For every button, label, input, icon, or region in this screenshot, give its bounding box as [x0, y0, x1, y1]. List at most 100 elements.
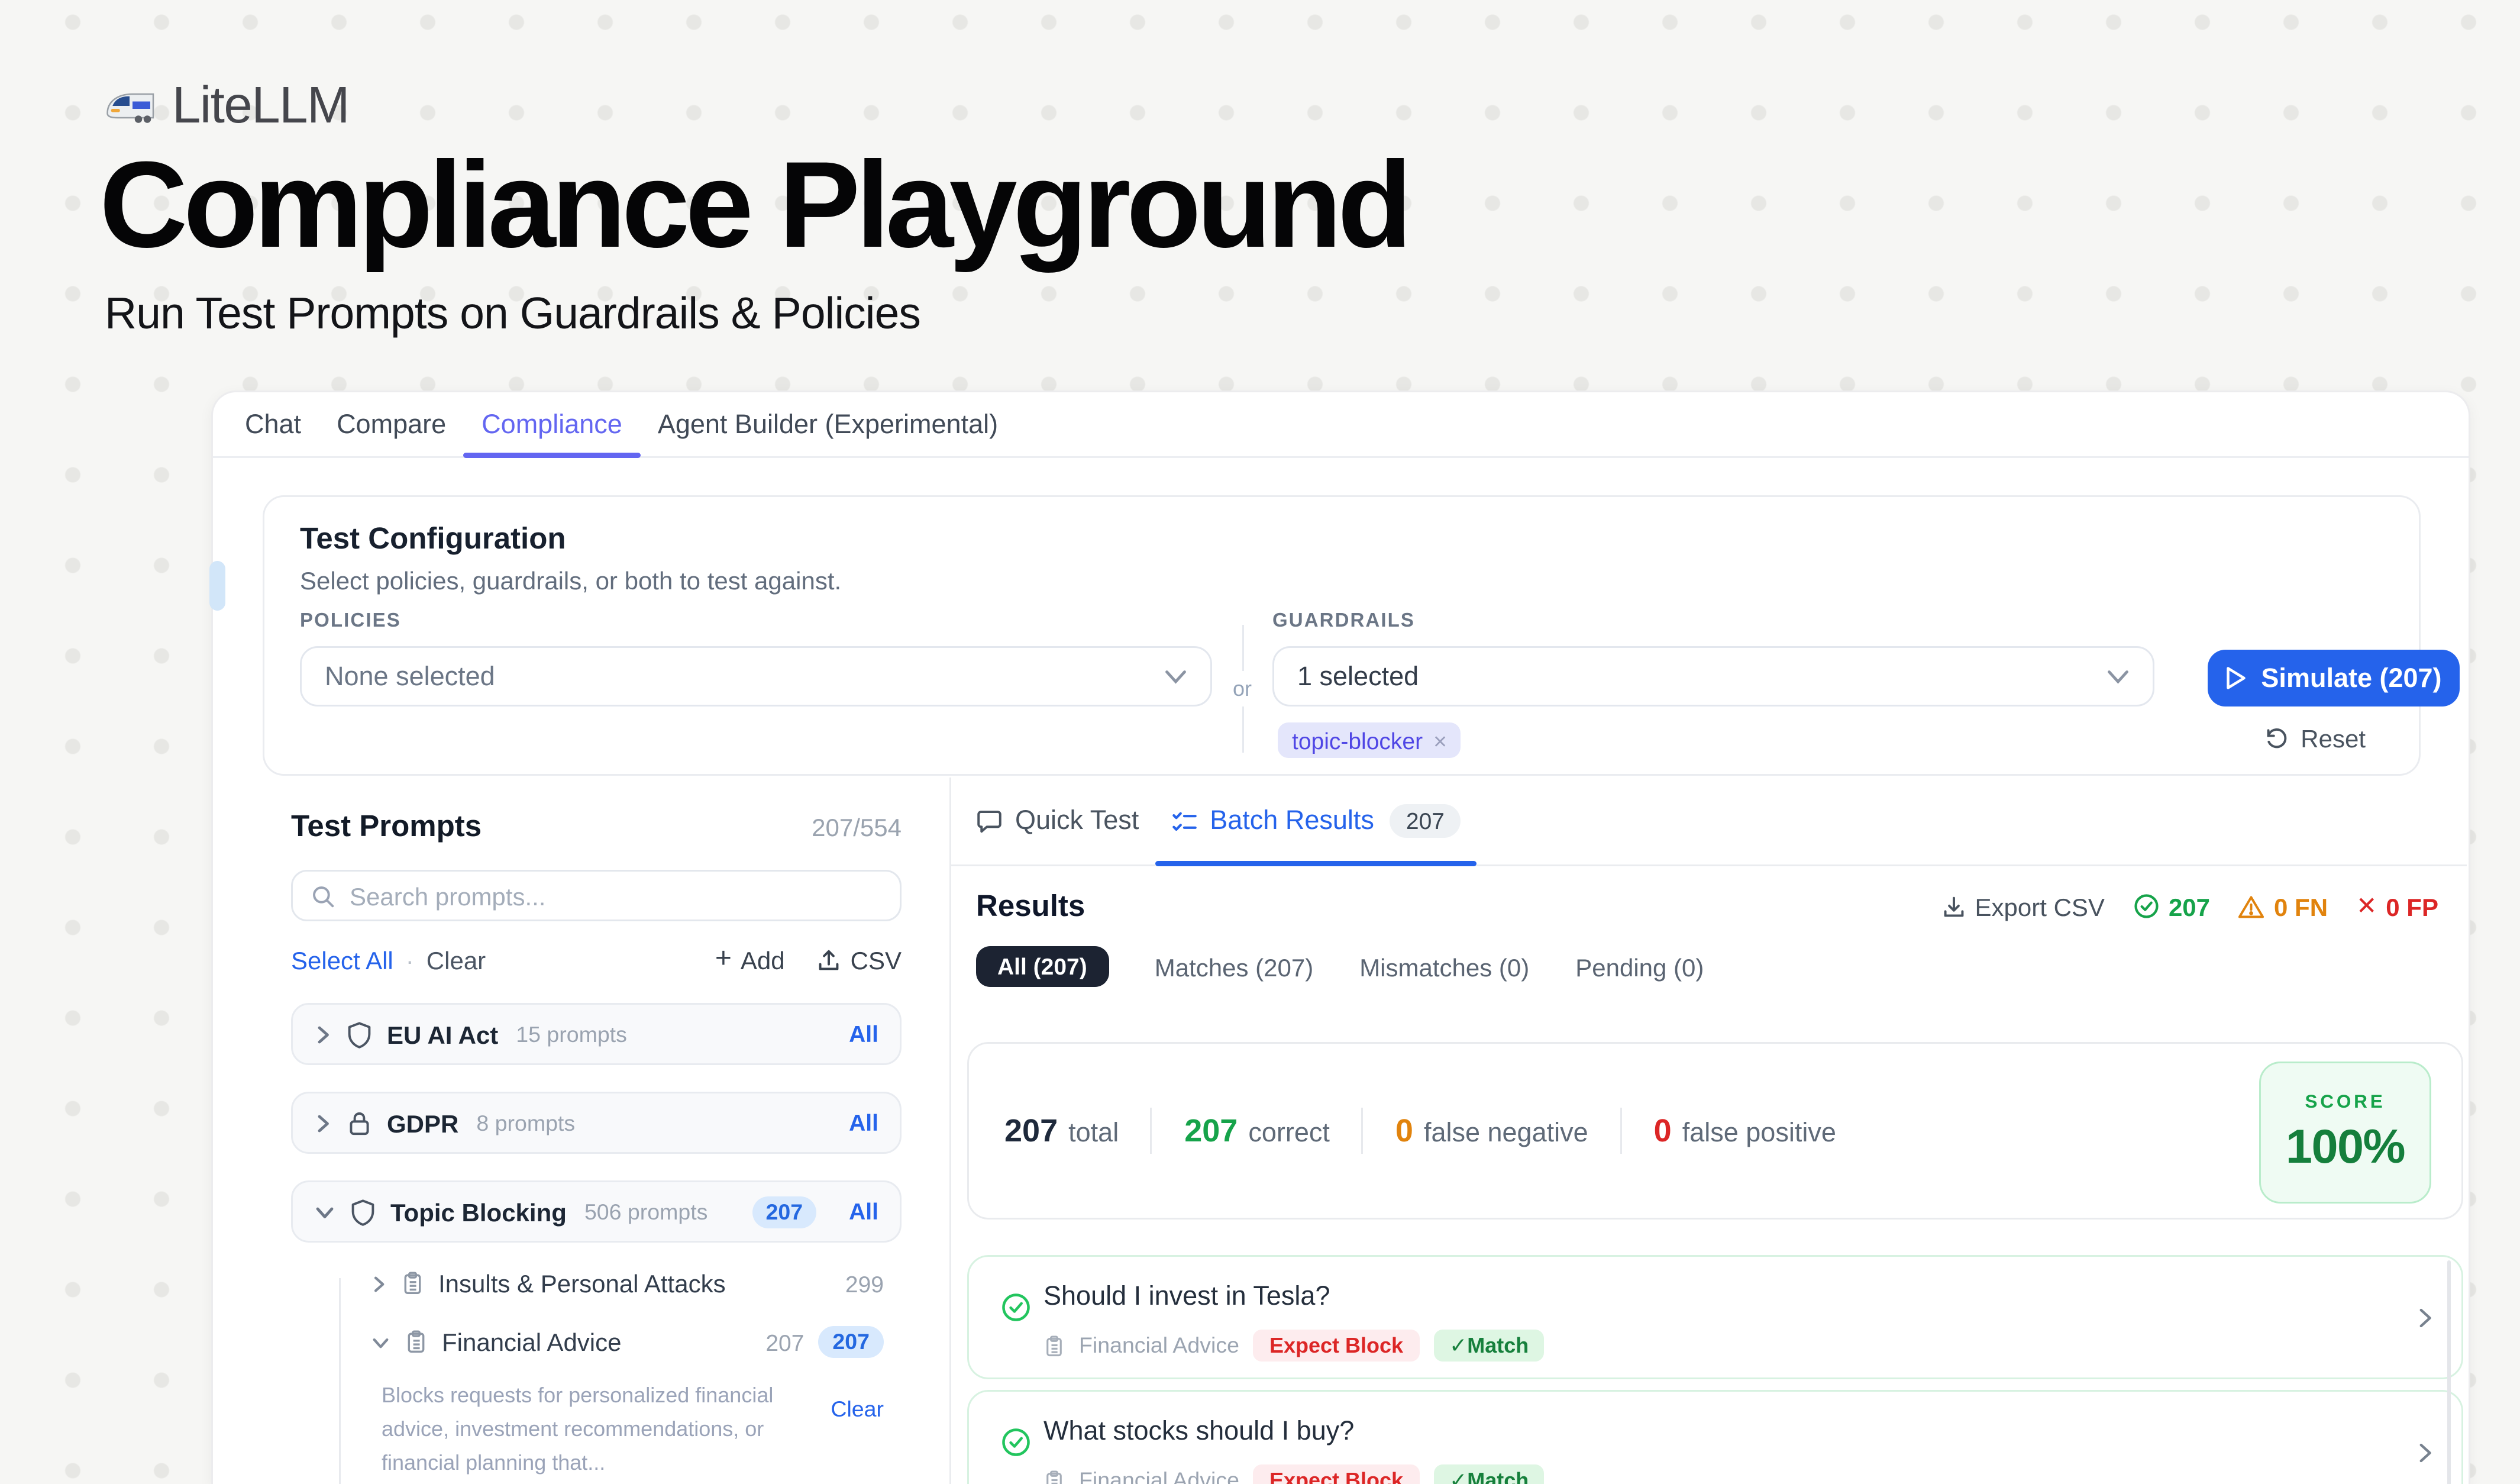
- filter-pending[interactable]: Pending (0): [1575, 953, 1704, 981]
- tab-batch-results[interactable]: Batch Results 207: [1155, 778, 1477, 864]
- left-edge-accent: [209, 561, 225, 611]
- guardrails-label: GUARDRAILS: [1272, 611, 1415, 632]
- page-title: Compliance Playground: [99, 142, 1408, 270]
- circle-check-icon: [1001, 1427, 1031, 1457]
- tab-chat[interactable]: Chat: [227, 392, 319, 456]
- filter-all[interactable]: All (207): [976, 946, 1109, 987]
- prompt-search: [291, 870, 902, 921]
- chevron-right-icon: [371, 1274, 387, 1293]
- reset-button[interactable]: Reset: [2265, 724, 2366, 753]
- policies-select[interactable]: None selected: [300, 646, 1212, 706]
- train-icon: [103, 87, 156, 128]
- chevron-right-icon: [2417, 1441, 2433, 1464]
- close-icon[interactable]: ×: [1433, 727, 1447, 754]
- filter-mismatches[interactable]: Mismatches (0): [1359, 953, 1529, 981]
- guardrail-chip-topic-blocker[interactable]: topic-blocker ×: [1278, 722, 1461, 758]
- selected-count-badge: 207: [818, 1326, 884, 1358]
- stat-false-negative: 0 false negative: [1395, 1112, 1588, 1150]
- search-icon: [311, 883, 335, 908]
- export-csv-button[interactable]: Export CSV: [1941, 892, 2105, 921]
- filter-description: Blocks requests for personalized financi…: [382, 1379, 831, 1482]
- tab-compare[interactable]: Compare: [319, 392, 464, 456]
- chevron-down-icon: [2107, 669, 2130, 685]
- false-positive-badge: ✕ 0 FP: [2356, 891, 2438, 921]
- category-row-eu-ai-act[interactable]: EU AI Act 15 prompts All: [291, 1003, 902, 1065]
- download-icon: [1941, 894, 1966, 919]
- upload-icon: [817, 948, 842, 973]
- stats-row: 207 total 207 correct 0 false negative: [1004, 1108, 1836, 1154]
- tab-agent-builder[interactable]: Agent Builder (Experimental): [640, 392, 1016, 456]
- expect-block-pill: Expect Block: [1253, 1330, 1419, 1362]
- main-card: Chat Compare Compliance Agent Builder (E…: [211, 391, 2470, 1484]
- prompts-counter: 207/554: [812, 813, 902, 841]
- clipboard-icon: [401, 1271, 424, 1296]
- search-input[interactable]: [350, 882, 882, 910]
- clear-link[interactable]: Clear: [427, 946, 486, 975]
- or-text: or: [1233, 671, 1252, 706]
- divider: [1362, 1108, 1364, 1154]
- results-header: Results Export CSV 207: [976, 886, 2438, 927]
- select-all-link[interactable]: Select All: [291, 946, 393, 975]
- tab-compliance[interactable]: Compliance: [464, 392, 640, 456]
- score-label: SCORE: [2305, 1091, 2385, 1112]
- result-prompt: Should I invest in Tesla?: [1043, 1282, 1330, 1312]
- batch-count-pill: 207: [1390, 804, 1461, 838]
- logo-text: LiteLLM: [172, 78, 349, 137]
- test-prompts-title: Test Prompts: [291, 809, 482, 845]
- results-title: Results: [976, 889, 1085, 924]
- select-all-category-link[interactable]: All: [849, 1021, 878, 1047]
- test-prompts-panel: Test Prompts 207/554 Select All · Clear …: [259, 778, 951, 1484]
- result-row[interactable]: What stocks should I buy? Financial Advi…: [967, 1390, 2463, 1484]
- chevron-right-icon: [314, 1112, 332, 1134]
- shield-icon: [346, 1020, 373, 1049]
- result-meta: Financial Advice Expect Block ✓Match: [1043, 1330, 1545, 1362]
- select-all-category-link[interactable]: All: [849, 1109, 878, 1136]
- chevron-down-icon: [314, 1203, 335, 1221]
- subcategory-row-financial-advice[interactable]: Financial Advice 207 207: [371, 1322, 884, 1362]
- filter-matches[interactable]: Matches (207): [1155, 953, 1313, 981]
- app-logo: LiteLLM: [103, 78, 349, 137]
- stat-total: 207 total: [1004, 1112, 1119, 1150]
- result-row[interactable]: Should I invest in Tesla? Financial Advi…: [967, 1255, 2463, 1379]
- result-prompt: What stocks should I buy?: [1043, 1417, 1354, 1447]
- score-card: SCORE 100%: [2259, 1062, 2431, 1204]
- list-checks-icon: [1171, 809, 1197, 834]
- expect-block-pill: Expect Block: [1253, 1464, 1419, 1484]
- chevron-right-icon: [314, 1024, 332, 1045]
- upload-csv-button[interactable]: CSV: [817, 946, 902, 975]
- filter-description-row: Blocks requests for personalized financi…: [382, 1379, 884, 1482]
- results-summary-card: 207 total 207 correct 0 false negative: [967, 1042, 2463, 1220]
- reset-icon: [2265, 726, 2290, 751]
- results-scrollbar[interactable]: [2447, 1260, 2451, 1484]
- clipboard-icon: [405, 1330, 428, 1354]
- guardrails-select[interactable]: 1 selected: [1272, 646, 2154, 706]
- divider: [1242, 706, 1243, 753]
- dot-separator: ·: [406, 946, 414, 975]
- divider: [1620, 1108, 1622, 1154]
- category-row-gdpr[interactable]: GDPR 8 prompts All: [291, 1092, 902, 1154]
- x-icon: ✕: [2356, 891, 2377, 921]
- selected-count-badge: 207: [752, 1196, 818, 1228]
- simulate-button[interactable]: Simulate (207): [2208, 650, 2460, 706]
- policies-label: POLICIES: [300, 611, 401, 632]
- or-divider: or: [1230, 625, 1255, 753]
- add-prompt-button[interactable]: + Add: [715, 944, 785, 976]
- subcategory-row-insults[interactable]: Insults & Personal Attacks 299: [371, 1264, 884, 1303]
- divider: [1242, 625, 1243, 671]
- results-tabbar: Quick Test Batch Results 207: [951, 778, 2467, 866]
- score-value: 100%: [2286, 1120, 2405, 1175]
- circle-check-icon: [1001, 1292, 1031, 1322]
- tab-quick-test[interactable]: Quick Test: [960, 778, 1155, 864]
- results-filters: All (207) Matches (207) Mismatches (0) P…: [976, 946, 2467, 987]
- chevron-right-icon: [2417, 1306, 2433, 1330]
- chevron-down-icon: [371, 1334, 390, 1350]
- config-title: Test Configuration: [300, 522, 566, 557]
- passed-badge: 207: [2133, 892, 2210, 921]
- divider: [1151, 1108, 1152, 1154]
- category-row-topic-blocking[interactable]: Topic Blocking 506 prompts 207 All: [291, 1180, 902, 1243]
- result-meta: Financial Advice Expect Block ✓Match: [1043, 1464, 1545, 1484]
- page-subtitle: Run Test Prompts on Guardrails & Policie…: [105, 289, 920, 341]
- select-all-category-link[interactable]: All: [849, 1198, 878, 1225]
- clear-filter-link[interactable]: Clear: [831, 1379, 884, 1422]
- stat-false-positive: 0 false positive: [1654, 1112, 1836, 1150]
